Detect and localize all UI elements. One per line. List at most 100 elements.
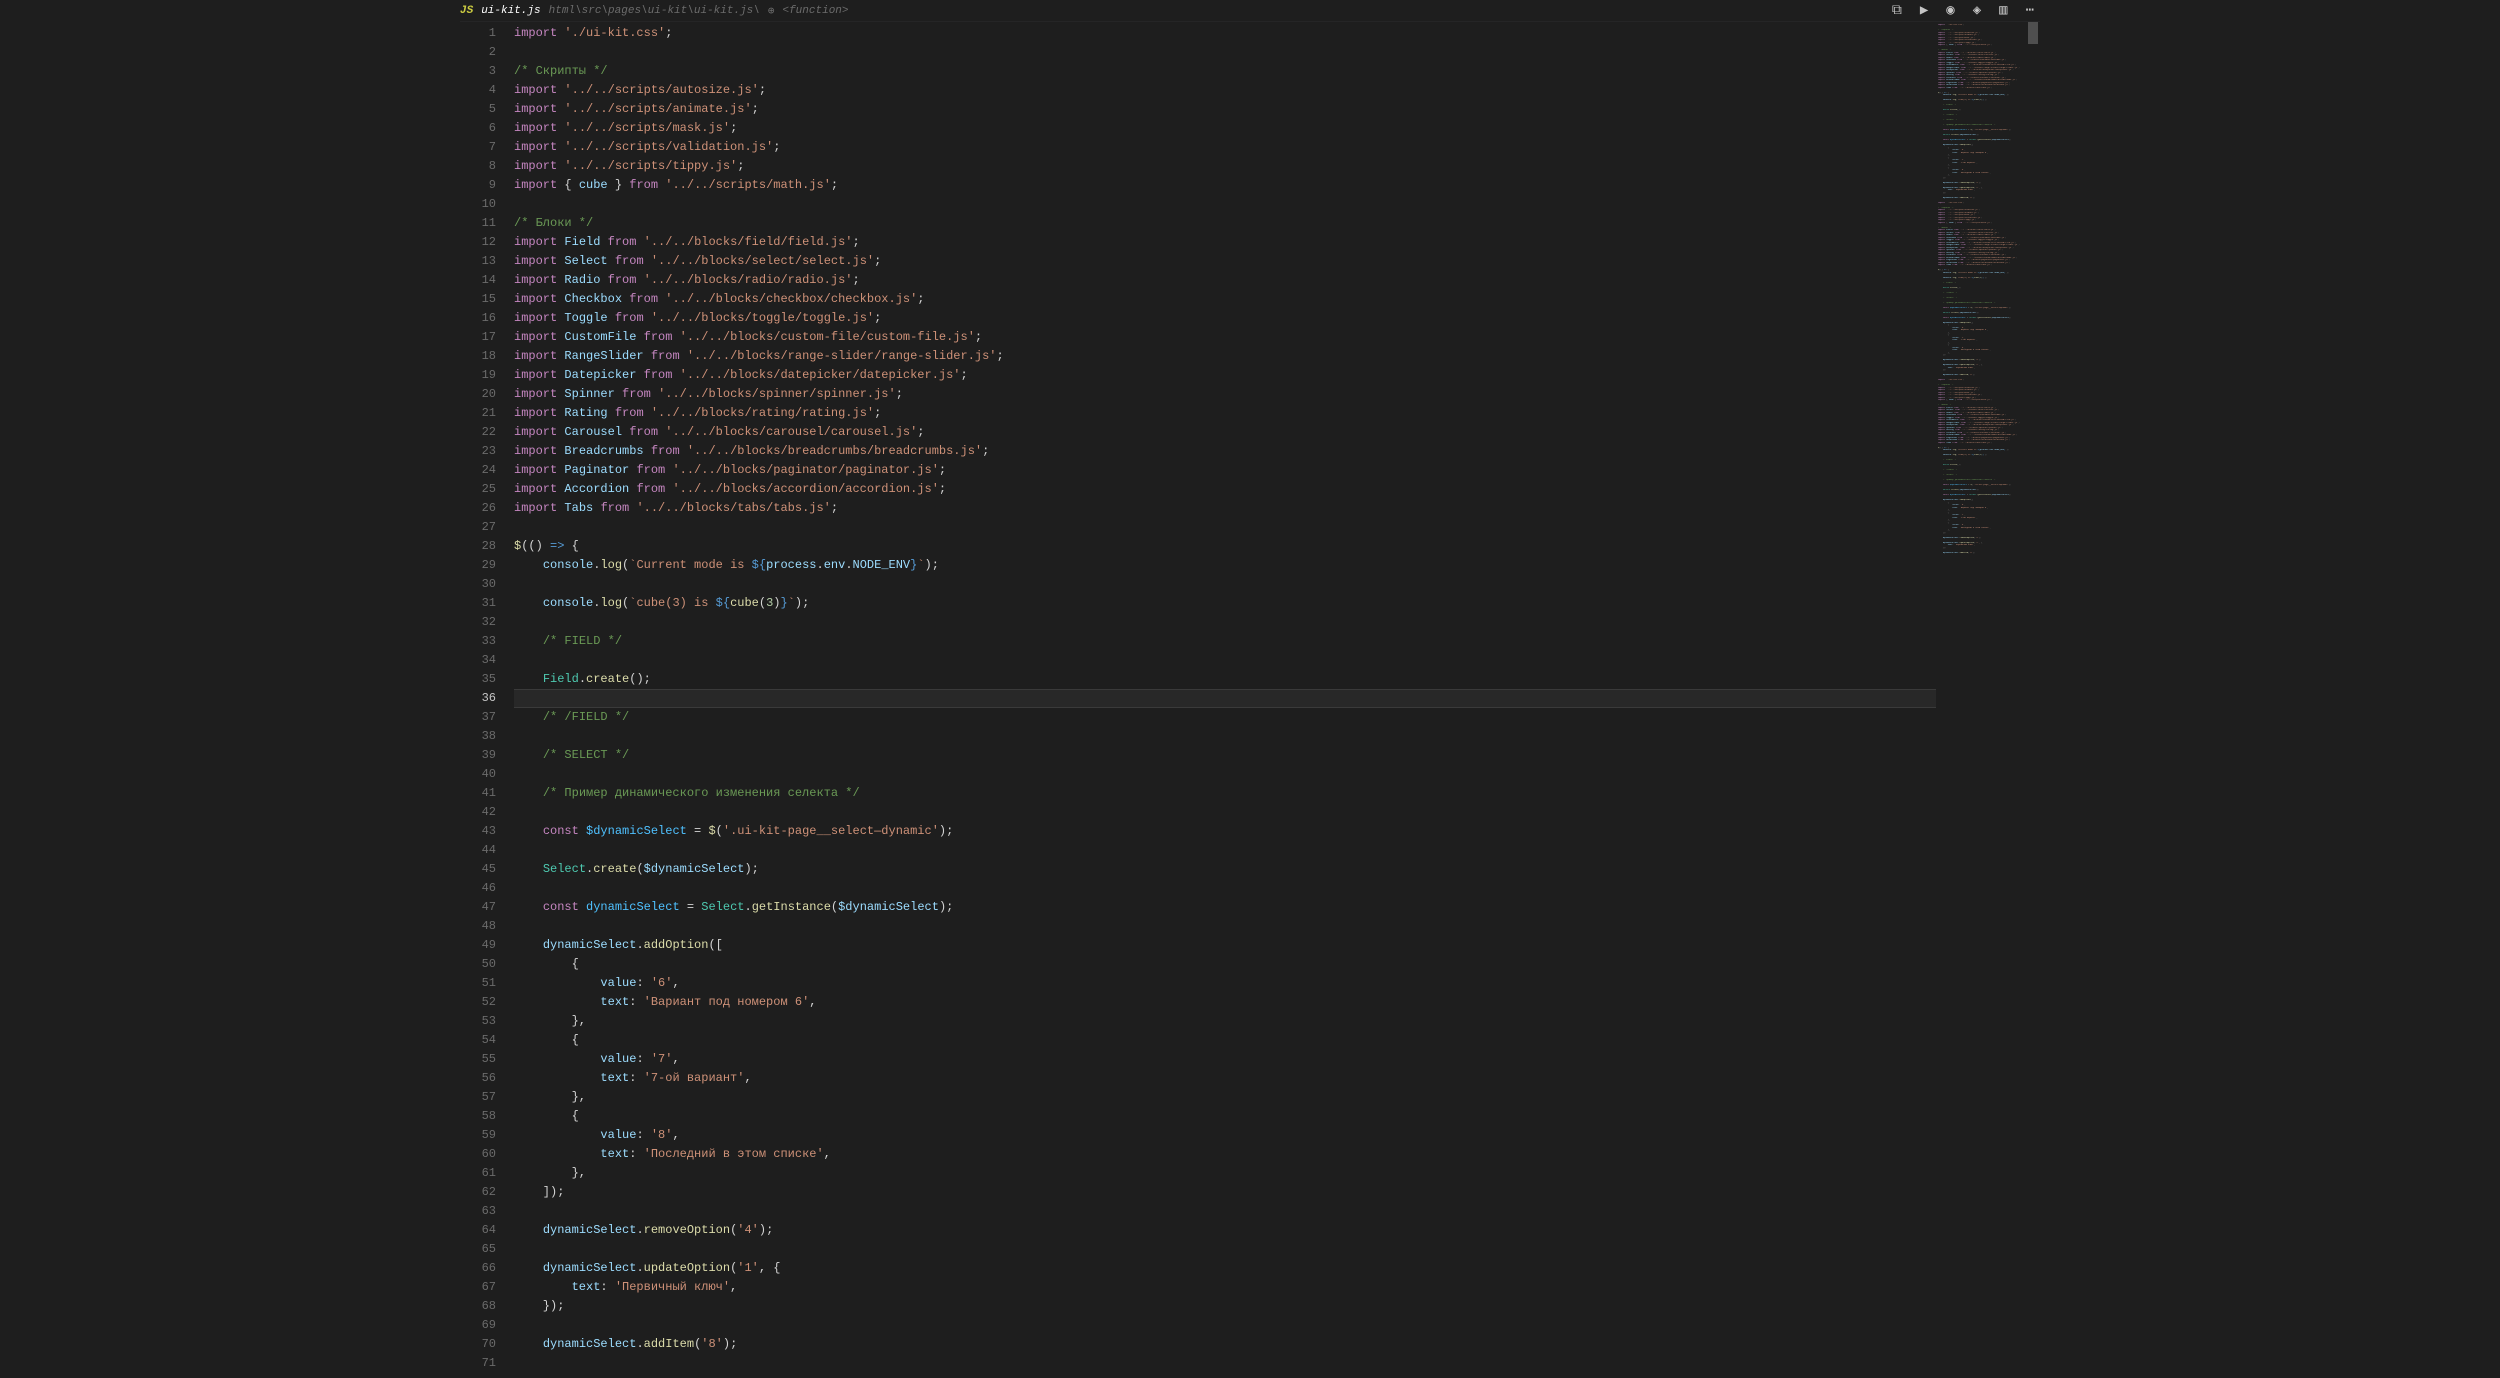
code-line[interactable]: import { cube } from '../../scripts/math… — [514, 176, 1936, 195]
code-line[interactable]: import '../../scripts/validation.js'; — [514, 138, 1936, 157]
code-line[interactable]: }, — [514, 1164, 1936, 1183]
code-line[interactable]: import CustomFile from '../../blocks/cus… — [514, 328, 1936, 347]
code-line[interactable]: value: '6', — [514, 974, 1936, 993]
code-line[interactable]: text: '7-ой вариант', — [514, 1069, 1936, 1088]
code-line[interactable]: import '../../scripts/mask.js'; — [514, 119, 1936, 138]
line-number: 39 — [460, 746, 496, 765]
code-line[interactable]: import Spinner from '../../blocks/spinne… — [514, 385, 1936, 404]
code-line[interactable] — [514, 1240, 1936, 1259]
editor-container: JS ui-kit.js html\src\pages\ui-kit\ui-ki… — [0, 0, 2500, 1378]
code-line[interactable]: console.log(`Current mode is ${process.e… — [514, 556, 1936, 575]
code-line[interactable]: /* SELECT */ — [514, 746, 1936, 765]
code-line[interactable]: import Carousel from '../../blocks/carou… — [514, 423, 1936, 442]
code-line[interactable]: import '../../scripts/tippy.js'; — [514, 157, 1936, 176]
code-line[interactable]: ]); — [514, 1183, 1936, 1202]
code-line[interactable] — [514, 575, 1936, 594]
line-number: 53 — [460, 1012, 496, 1031]
code-line[interactable]: value: '7', — [514, 1050, 1936, 1069]
code-line[interactable] — [514, 613, 1936, 632]
layout-icon[interactable]: ▥ — [1999, 2, 2007, 19]
code-line[interactable]: import Paginator from '../../blocks/pagi… — [514, 461, 1936, 480]
code-line[interactable]: import Breadcrumbs from '../../blocks/br… — [514, 442, 1936, 461]
line-number: 62 — [460, 1183, 496, 1202]
line-number: 21 — [460, 404, 496, 423]
code-line[interactable]: dynamicSelect.removeOption('4'); — [514, 1221, 1936, 1240]
breadcrumb-function[interactable]: <function> — [782, 5, 848, 17]
line-number: 25 — [460, 480, 496, 499]
code-line[interactable]: import Radio from '../../blocks/radio/ra… — [514, 271, 1936, 290]
code-line[interactable]: import Field from '../../blocks/field/fi… — [514, 233, 1936, 252]
code-line[interactable]: import '../../scripts/animate.js'; — [514, 100, 1936, 119]
code-line[interactable]: dynamicSelect.updateOption('1', { — [514, 1259, 1936, 1278]
code-line[interactable] — [514, 841, 1936, 860]
code-line[interactable] — [514, 879, 1936, 898]
code-line[interactable]: import Datepicker from '../../blocks/dat… — [514, 366, 1936, 385]
code-line[interactable]: import './ui-kit.css'; — [514, 24, 1936, 43]
line-number: 16 — [460, 309, 496, 328]
line-number: 43 — [460, 822, 496, 841]
scrollbar-track[interactable] — [2026, 22, 2040, 1378]
code-line[interactable] — [514, 518, 1936, 537]
code-line[interactable]: /* Пример динамического изменения селект… — [514, 784, 1936, 803]
run-icon[interactable]: ▶ — [1920, 2, 1928, 19]
line-number: 68 — [460, 1297, 496, 1316]
tab-filename[interactable]: ui-kit.js — [481, 5, 540, 17]
line-number: 12 — [460, 233, 496, 252]
scrollbar-thumb[interactable] — [2028, 22, 2038, 44]
code-line[interactable]: import Rating from '../../blocks/rating/… — [514, 404, 1936, 423]
code-area[interactable]: import './ui-kit.css';/* Скрипты */impor… — [514, 22, 1936, 1378]
code-line[interactable]: $(() => { — [514, 537, 1936, 556]
code-line[interactable]: import Select from '../../blocks/select/… — [514, 252, 1936, 271]
minimap-line: const $dynamicSelect = $('.ui-kit-page__… — [1938, 129, 2024, 132]
code-line[interactable]: text: 'Первичный ключ', — [514, 1278, 1936, 1297]
minimap[interactable]: import './ui-kit.css';/* Скрипты */impor… — [1936, 22, 2026, 1378]
code-line[interactable]: text: 'Последний в этом списке', — [514, 1145, 1936, 1164]
code-line[interactable] — [514, 651, 1936, 670]
code-line[interactable]: const dynamicSelect = Select.getInstance… — [514, 898, 1936, 917]
code-line[interactable]: { — [514, 1107, 1936, 1126]
code-line[interactable]: }); — [514, 1297, 1936, 1316]
code-line[interactable]: }, — [514, 1088, 1936, 1107]
code-line[interactable]: const $dynamicSelect = $('.ui-kit-page__… — [514, 822, 1936, 841]
code-line[interactable] — [514, 195, 1936, 214]
code-line[interactable]: /* Блоки */ — [514, 214, 1936, 233]
line-number: 11 — [460, 214, 496, 233]
line-number: 8 — [460, 157, 496, 176]
code-line[interactable] — [514, 765, 1936, 784]
code-line[interactable]: Field.create(); — [514, 670, 1936, 689]
code-line[interactable]: }, — [514, 1012, 1936, 1031]
line-number: 46 — [460, 879, 496, 898]
code-line[interactable]: import Toggle from '../../blocks/toggle/… — [514, 309, 1936, 328]
code-line[interactable] — [514, 1202, 1936, 1221]
code-line[interactable]: text: 'Вариант под номером 6', — [514, 993, 1936, 1012]
split-icon[interactable]: ◈ — [1973, 2, 1981, 19]
code-line[interactable] — [514, 1316, 1936, 1335]
code-line[interactable]: dynamicSelect.addItem('8'); — [514, 1335, 1936, 1354]
more-icon[interactable]: ⋯ — [2026, 2, 2034, 19]
code-line[interactable]: import Tabs from '../../blocks/tabs/tabs… — [514, 499, 1936, 518]
code-line[interactable]: { — [514, 1031, 1936, 1050]
code-line[interactable]: Select.create($dynamicSelect); — [514, 860, 1936, 879]
code-line[interactable]: /* /FIELD */ — [514, 708, 1936, 727]
code-line[interactable]: /* FIELD */ — [514, 632, 1936, 651]
line-number: 27 — [460, 518, 496, 537]
code-line[interactable]: import Checkbox from '../../blocks/check… — [514, 290, 1936, 309]
code-line[interactable]: console.log(`cube(3) is ${cube(3)}`); — [514, 594, 1936, 613]
code-line[interactable]: value: '8', — [514, 1126, 1936, 1145]
compare-icon[interactable]: ⧉ — [1892, 3, 1902, 19]
code-line[interactable]: import '../../scripts/autosize.js'; — [514, 81, 1936, 100]
code-line[interactable]: /* Скрипты */ — [514, 62, 1936, 81]
line-number-gutter[interactable]: 1234567891011121314151617181920212223242… — [460, 22, 514, 1378]
code-line[interactable]: import RangeSlider from '../../blocks/ra… — [514, 347, 1936, 366]
line-number: 9 — [460, 176, 496, 195]
code-line[interactable]: dynamicSelect.addOption([ — [514, 936, 1936, 955]
code-line[interactable] — [514, 689, 1936, 708]
code-line[interactable] — [514, 43, 1936, 62]
code-line[interactable] — [514, 803, 1936, 822]
code-line[interactable]: { — [514, 955, 1936, 974]
code-line[interactable] — [514, 1354, 1936, 1373]
debug-icon[interactable]: ◉ — [1946, 2, 1954, 19]
code-line[interactable] — [514, 727, 1936, 746]
code-line[interactable]: import Accordion from '../../blocks/acco… — [514, 480, 1936, 499]
code-line[interactable] — [514, 917, 1936, 936]
